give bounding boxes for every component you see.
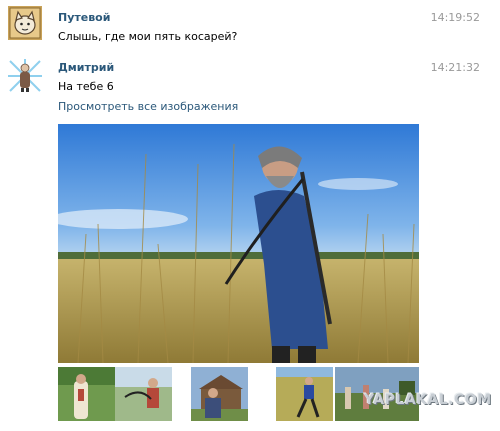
message-text: Слышь, где мои пять косарей?: [58, 30, 238, 43]
thumbnail-1[interactable]: [58, 367, 115, 421]
main-photo[interactable]: [58, 124, 419, 363]
thumbnail-photo: [115, 367, 172, 421]
thumbnail-2[interactable]: [115, 367, 172, 421]
avatar-dmitriy[interactable]: [8, 59, 42, 93]
message-time: 14:19:52: [430, 11, 480, 24]
author-name[interactable]: Дмитрий: [58, 61, 114, 74]
person-avatar-icon: [8, 59, 42, 93]
cat-avatar-icon: [8, 6, 42, 40]
thumbnail-photo: [58, 367, 115, 421]
message-1: Путевой 14:19:52 Слышь, где мои пять кос…: [0, 0, 500, 50]
thumbnail-3[interactable]: [191, 367, 248, 421]
thumbnail-4[interactable]: [276, 367, 333, 421]
message-text: На тебе 6: [58, 80, 114, 93]
thumbnail-photo: [276, 367, 333, 421]
avatar-putevoy[interactable]: [8, 6, 42, 40]
watermark: YAPLAKAL.COM: [364, 392, 492, 408]
scythe-man-photo: [58, 124, 419, 363]
view-all-images-link[interactable]: Просмотреть все изображения: [58, 100, 238, 113]
author-name[interactable]: Путевой: [58, 11, 110, 24]
thumbnail-photo: [191, 367, 248, 421]
message-time: 14:21:32: [430, 61, 480, 74]
